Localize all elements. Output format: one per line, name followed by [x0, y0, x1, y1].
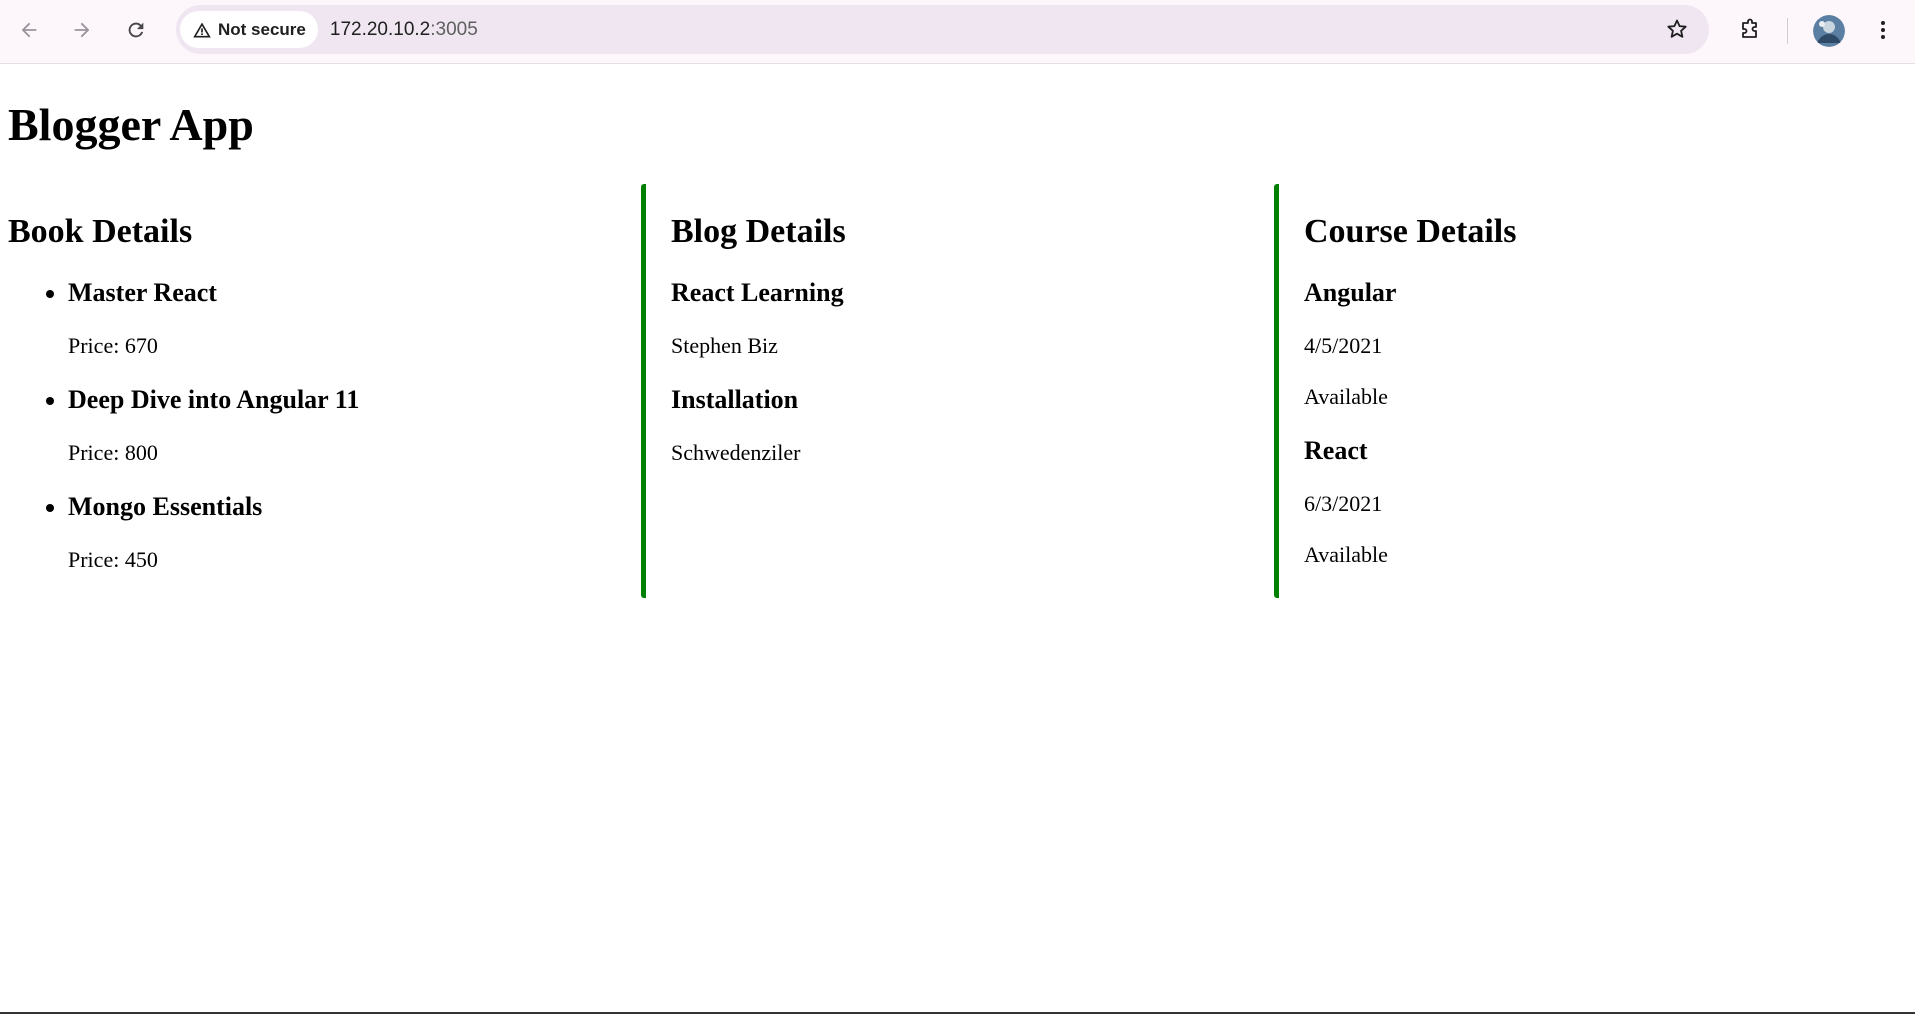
details-columns: Book Details Master React Price: 670 Dee… — [8, 184, 1907, 598]
more-vert-icon — [1881, 21, 1885, 39]
book-list: Master React Price: 670 Deep Dive into A… — [8, 277, 641, 573]
blog-title: Installation — [671, 385, 799, 414]
url-text[interactable]: 172.20.10.2:3005 — [330, 19, 478, 41]
forward-button[interactable] — [62, 10, 102, 50]
toolbar-divider — [1787, 18, 1788, 44]
extensions-button[interactable] — [1730, 10, 1770, 50]
avatar[interactable] — [1813, 15, 1845, 47]
forward-arrow-icon — [74, 22, 90, 38]
bookmark-button[interactable] — [1661, 13, 1693, 45]
book-price: Price: 450 — [68, 547, 158, 572]
course-status: Available — [1304, 384, 1388, 409]
book-title: Mongo Essentials — [68, 492, 263, 521]
list-item: Deep Dive into Angular 11 Price: 800 — [68, 384, 641, 466]
warning-triangle-icon — [193, 22, 211, 37]
blog-details-heading: Blog Details — [671, 213, 846, 250]
security-indicator[interactable]: Not secure — [180, 11, 318, 48]
security-label: Not secure — [218, 19, 306, 39]
reload-icon — [128, 22, 144, 38]
blog-title: React Learning — [671, 278, 844, 307]
course-status: Available — [1304, 542, 1388, 567]
blog-details-section: Blog Details React Learning Stephen Biz … — [641, 184, 1274, 598]
browser-toolbar: Not secure 172.20.10.2:3005 — [0, 0, 1915, 64]
menu-button[interactable] — [1863, 10, 1903, 50]
back-button[interactable] — [9, 10, 49, 50]
address-bar[interactable]: Not secure 172.20.10.2:3005 — [176, 5, 1709, 54]
course-date: 4/5/2021 — [1304, 333, 1383, 358]
blog-author: Schwedenziler — [671, 440, 801, 465]
course-details-heading: Course Details — [1304, 213, 1517, 250]
book-title: Deep Dive into Angular 11 — [68, 385, 360, 414]
blog-author: Stephen Biz — [671, 333, 778, 358]
extensions-icon — [1742, 18, 1757, 38]
book-price: Price: 800 — [68, 440, 158, 465]
book-price: Price: 670 — [68, 333, 158, 358]
course-date: 6/3/2021 — [1304, 491, 1383, 516]
book-title: Master React — [68, 278, 217, 307]
course-title: Angular — [1304, 278, 1397, 307]
page-title: Blogger App — [8, 99, 254, 150]
course-details-section: Course Details Angular 4/5/2021 Availabl… — [1274, 184, 1907, 598]
url-host: 172.20.10.2 — [329, 18, 431, 40]
url-port: :3005 — [430, 18, 478, 40]
book-details-heading: Book Details — [8, 213, 193, 250]
page-content: Blogger App Book Details Master React Pr… — [0, 97, 1915, 598]
profile-avatar-image — [1813, 15, 1845, 47]
star-icon — [1667, 19, 1687, 38]
list-item: Master React Price: 670 — [68, 277, 641, 359]
back-arrow-icon — [21, 22, 37, 38]
book-details-section: Book Details Master React Price: 670 Dee… — [8, 184, 641, 598]
reload-button[interactable] — [116, 10, 156, 50]
course-title: React — [1304, 436, 1368, 465]
list-item: Mongo Essentials Price: 450 — [68, 491, 641, 573]
